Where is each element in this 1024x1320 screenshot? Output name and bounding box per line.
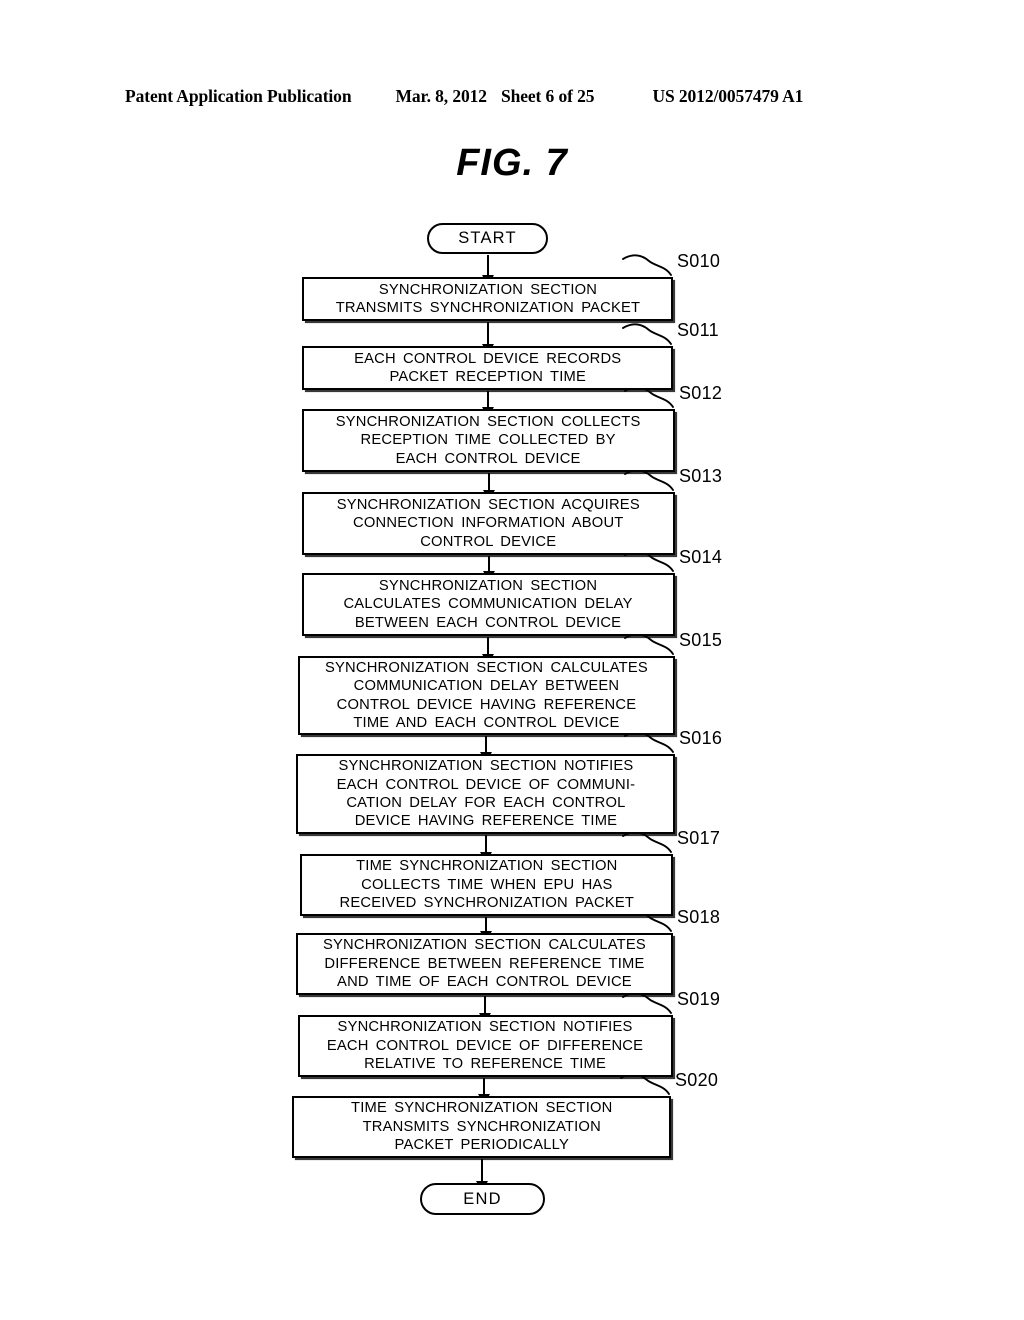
step-label-leader: [622, 992, 672, 1014]
step-box-s016: SYNCHRONIZATION SECTION NOTIFIES EACH CO…: [296, 754, 675, 834]
step-label-leader: [624, 731, 674, 753]
step-id-s017: S017: [677, 828, 721, 848]
step-box-s020: TIME SYNCHRONIZATION SECTION TRANSMITS S…: [292, 1096, 671, 1158]
step-box-s013-label: SYNCHRONIZATION SECTION ACQUIRES CONNECT…: [336, 495, 641, 550]
end-terminator: END: [420, 1183, 545, 1215]
flowchart-diagram: START END SYNCHRONIZATION SECTION TRANSMIT…: [0, 0, 1024, 1320]
step-id-s011: S011: [677, 320, 719, 340]
step-box-s015-label: SYNCHRONIZATION SECTION CALCULATES COMMU…: [325, 658, 648, 731]
step-box-s017-label: TIME SYNCHRONIZATION SECTION COLLECTS TI…: [339, 857, 634, 912]
step-label-leader: [624, 469, 674, 491]
step-label-leader: [622, 831, 672, 853]
step-box-s012: SYNCHRONIZATION SECTION COLLECTS RECEPTI…: [302, 409, 675, 472]
start-terminator-label: START: [458, 229, 517, 247]
step-box-s011: EACH CONTROL DEVICE RECORDS PACKET RECEP…: [302, 346, 673, 390]
step-label-leader: [624, 386, 674, 408]
start-terminator: START: [427, 223, 548, 254]
step-box-s011-label: EACH CONTROL DEVICE RECORDS PACKET RECEP…: [353, 349, 622, 385]
step-box-s019: SYNCHRONIZATION SECTION NOTIFIES EACH CO…: [298, 1015, 673, 1077]
step-id-s014: S014: [679, 547, 723, 567]
step-box-s015: SYNCHRONIZATION SECTION CALCULATES COMMU…: [298, 656, 675, 735]
step-label-leader: [622, 323, 672, 345]
step-id-s019: S019: [677, 989, 721, 1009]
step-box-s014-label: SYNCHRONIZATION SECTION CALCULATES COMMU…: [343, 576, 634, 631]
step-label-leader: [624, 633, 674, 655]
step-id-s010: S010: [677, 251, 721, 271]
step-box-s010-label: SYNCHRONIZATION SECTION TRANSMITS SYNCHR…: [335, 280, 640, 316]
end-terminator-label: END: [463, 1189, 502, 1208]
step-box-s019-label: SYNCHRONIZATION SECTION NOTIFIES EACH CO…: [327, 1018, 644, 1073]
step-box-s012-label: SYNCHRONIZATION SECTION COLLECTS RECEPTI…: [336, 412, 641, 467]
step-box-s017: TIME SYNCHRONIZATION SECTION COLLECTS TI…: [300, 854, 673, 916]
step-label-leader: [620, 1073, 670, 1095]
step-id-s018: S018: [677, 907, 721, 927]
step-id-s013: S013: [679, 466, 723, 486]
step-id-s015: S015: [679, 630, 723, 650]
step-box-s018-label: SYNCHRONIZATION SECTION CALCULATES DIFFE…: [323, 936, 646, 991]
step-id-s016: S016: [679, 728, 723, 748]
step-box-s010: SYNCHRONIZATION SECTION TRANSMITS SYNCHR…: [302, 277, 673, 321]
step-box-s018: SYNCHRONIZATION SECTION CALCULATES DIFFE…: [296, 933, 673, 995]
step-id-s012: S012: [679, 383, 723, 403]
step-box-s016-label: SYNCHRONIZATION SECTION NOTIFIES EACH CO…: [336, 757, 635, 830]
step-label-leader: [622, 254, 672, 276]
step-id-s020: S020: [675, 1070, 719, 1090]
step-box-s014: SYNCHRONIZATION SECTION CALCULATES COMMU…: [302, 573, 675, 636]
step-box-s013: SYNCHRONIZATION SECTION ACQUIRES CONNECT…: [302, 492, 675, 555]
step-box-s020-label: TIME SYNCHRONIZATION SECTION TRANSMITS S…: [350, 1099, 613, 1154]
